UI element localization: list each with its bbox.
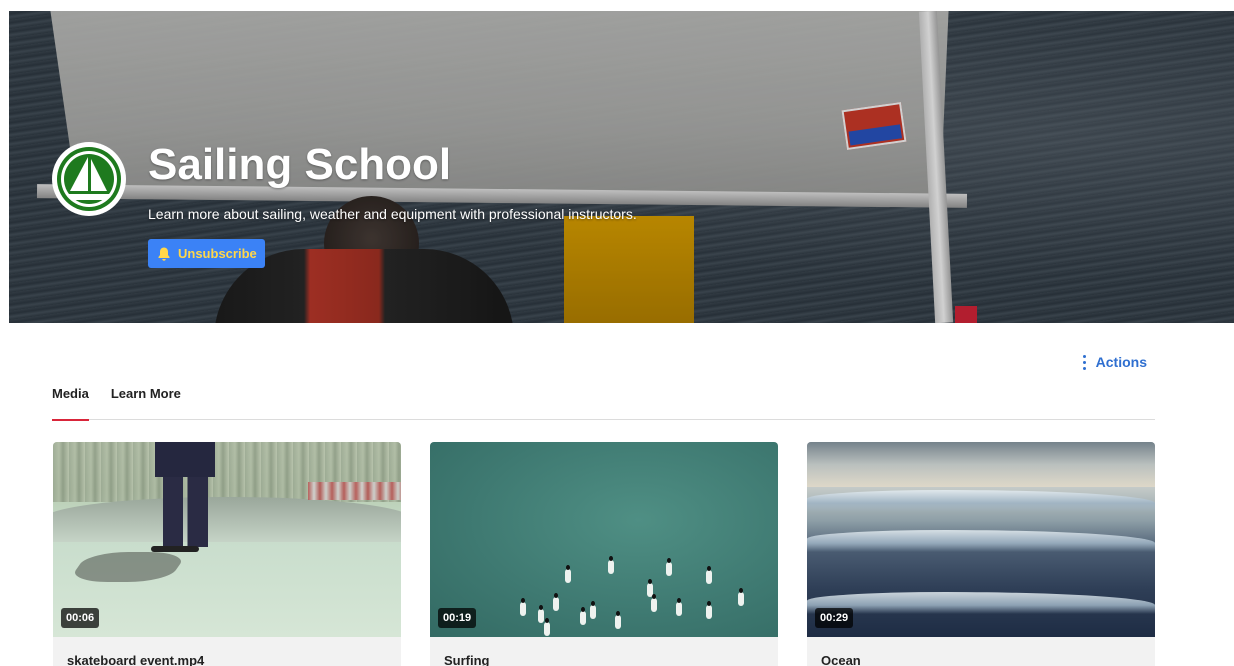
thumb-clouds [807,442,1155,487]
duration-badge: 00:06 [61,608,100,628]
unsubscribe-button[interactable]: Unsubscribe [148,239,265,268]
media-card[interactable]: 00:29 Ocean [807,442,1155,666]
thumb-surfer [738,588,744,606]
thumb-ramp [53,497,401,542]
thumb-surfer [615,611,621,629]
channel-tabs: Media Learn More [52,380,1155,421]
thumb-surfer [666,558,672,576]
media-card[interactable]: 00:06 skateboard event.mp4 [53,442,401,666]
channel-title: Sailing School [148,140,452,189]
thumb-surfer [580,607,586,625]
tab-media[interactable]: Media [52,380,89,421]
thumb-surfer [676,598,682,616]
kebab-menu-icon [1082,354,1086,370]
media-grid: 00:06 skateboard event.mp4 00:19 Surfing [53,442,1155,666]
media-title[interactable]: Surfing [430,637,778,666]
channel-description: Learn more about sailing, weather and eq… [148,206,637,222]
thumb-surfer [565,565,571,583]
media-title[interactable]: Ocean [807,637,1155,666]
thumb-surfer [553,593,559,611]
media-thumbnail[interactable]: 00:19 [430,442,778,637]
thumb-skater-torso [155,442,215,477]
duration-badge: 00:19 [438,608,477,628]
thumb-surfer [590,601,596,619]
tab-learn-more[interactable]: Learn More [111,380,181,420]
thumb-surfer [520,598,526,616]
thumb-surfer [706,566,712,584]
thumb-surfer [608,556,614,574]
thumb-fence [308,482,401,500]
thumb-wave [807,530,1155,552]
thumb-surfer [706,601,712,619]
sailboat-logo-icon [57,147,121,211]
media-title[interactable]: skateboard event.mp4 [53,637,401,666]
thumb-surfer [651,594,657,612]
media-thumbnail[interactable]: 00:06 [53,442,401,637]
thumb-wave [807,490,1155,512]
unsubscribe-label: Unsubscribe [178,246,257,261]
media-card[interactable]: 00:19 Surfing [430,442,778,666]
thumb-surfer [544,618,550,636]
media-thumbnail[interactable]: 00:29 [807,442,1155,637]
channel-avatar [52,142,126,216]
actions-menu-button[interactable]: Actions [1082,354,1147,370]
thumb-wave [807,592,1155,614]
thumb-shadow [67,552,189,582]
thumb-surfer [538,605,544,623]
duration-badge: 00:29 [815,608,854,628]
thumb-skateboard [151,546,199,552]
bell-icon [158,247,170,261]
actions-label: Actions [1095,354,1147,370]
